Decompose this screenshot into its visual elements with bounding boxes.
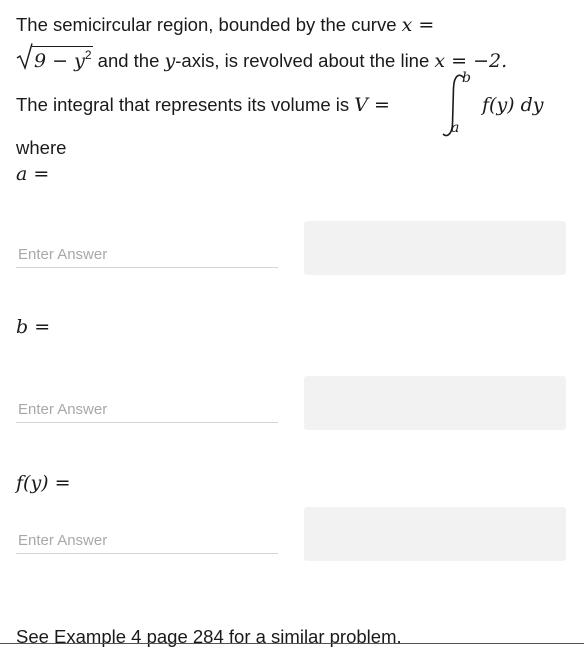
answer-input-b[interactable] xyxy=(16,397,278,423)
label-var: b xyxy=(16,316,29,338)
question-text: The integral that represents its volume … xyxy=(16,94,355,115)
label-eq: = xyxy=(28,316,51,338)
sqrt-exponent: 2 xyxy=(84,48,92,62)
sqrt-content: 9 − y xyxy=(34,50,85,72)
question-line-1: The semicircular region, bounded by the … xyxy=(16,14,434,37)
answer-input-fy[interactable] xyxy=(16,528,278,554)
question-line-2: 9 − y2 and the y-axis, is revolved about… xyxy=(16,43,508,73)
label-var: a xyxy=(16,163,28,185)
question-text: The semicircular region, bounded by the … xyxy=(16,14,402,35)
label-eq: = xyxy=(27,163,50,185)
question-line-3: The integral that represents its volume … xyxy=(16,94,390,117)
answer-label-b: b = xyxy=(16,316,50,339)
feedback-box-fy xyxy=(304,507,566,561)
label-var: f(y) xyxy=(16,472,49,494)
integral-upper-limit: b xyxy=(462,70,471,86)
feedback-box-a xyxy=(304,221,566,275)
answer-label-fy: f(y) = xyxy=(16,472,71,495)
math-v-equals: V = xyxy=(354,94,390,116)
answer-label-a: a = xyxy=(16,163,49,186)
math-line-value: x = −2. xyxy=(434,50,508,72)
math-x-equals: x = xyxy=(401,14,435,36)
question-text: -axis, is revolved about the line xyxy=(175,50,435,71)
feedback-box-b xyxy=(304,376,566,430)
footer-divider xyxy=(0,643,584,644)
math-y: y xyxy=(164,50,176,72)
answer-input-a[interactable] xyxy=(16,242,278,268)
radical-sign-icon xyxy=(16,43,33,70)
question-text: and the xyxy=(92,50,165,71)
where-text: where xyxy=(16,137,67,158)
integral-lower-limit: a xyxy=(451,120,460,136)
label-eq: = xyxy=(48,472,71,494)
integrand: f(y) dy xyxy=(482,94,544,116)
sqrt-expression: 9 − y2 xyxy=(16,43,93,73)
